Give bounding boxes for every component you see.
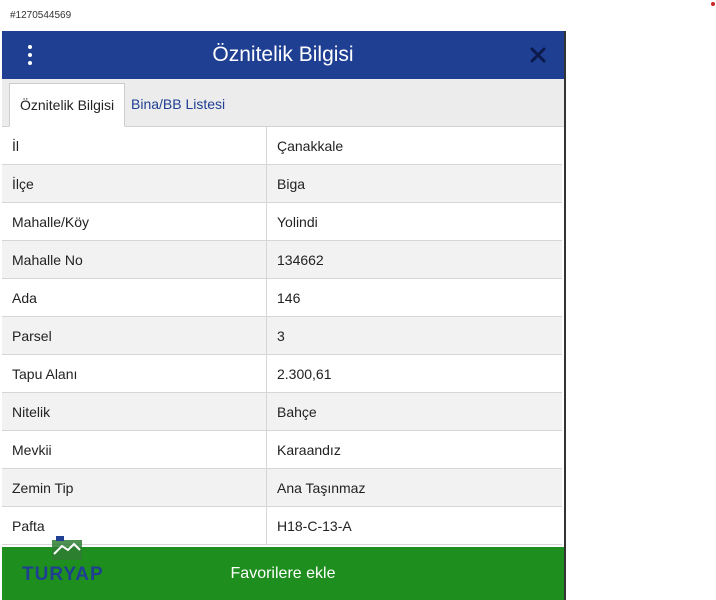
table-row: Ada 146 <box>2 278 562 317</box>
attribute-key: Parsel <box>2 316 267 355</box>
tab-building-list[interactable]: Bina/BB Listesi <box>121 83 235 126</box>
attribute-value: Bahçe <box>266 392 562 431</box>
attribute-value: H18-C-13-A <box>266 506 562 545</box>
attribute-value: Ana Taşınmaz <box>266 468 562 507</box>
indicator-dot <box>711 2 715 6</box>
attribute-panel: Öznitelik Bilgisi Öznitelik Bilgisi Bina… <box>2 31 566 600</box>
tab-bar: Öznitelik Bilgisi Bina/BB Listesi <box>2 79 564 127</box>
attribute-key: Mahalle No <box>2 240 267 279</box>
attribute-key: Nitelik <box>2 392 267 431</box>
attribute-key: İlçe <box>2 164 267 203</box>
turyap-logo: TURYAP <box>22 534 122 594</box>
table-row: Nitelik Bahçe <box>2 392 562 431</box>
attribute-table: İl Çanakkale İlçe Biga Mahalle/Köy Yolin… <box>2 127 562 545</box>
attribute-key: Mahalle/Köy <box>2 202 267 241</box>
logo-text: TURYAP <box>22 564 104 585</box>
panel-header: Öznitelik Bilgisi <box>2 31 564 79</box>
attribute-key: Zemin Tip <box>2 468 267 507</box>
add-to-favorites-label: Favorilere ekle <box>230 564 336 582</box>
attribute-key: Ada <box>2 278 267 317</box>
attribute-key: Tapu Alanı <box>2 354 267 393</box>
attribute-key: Mevkii <box>2 430 267 469</box>
close-icon[interactable] <box>526 40 550 70</box>
attribute-value: 2.300,61 <box>266 354 562 393</box>
handshake-logo-icon <box>52 536 82 560</box>
attribute-value: Yolindi <box>266 202 562 241</box>
table-row: Mahalle/Köy Yolindi <box>2 202 562 241</box>
kebab-menu-icon[interactable] <box>20 40 40 70</box>
table-row: Mahalle No 134662 <box>2 240 562 279</box>
table-row: Parsel 3 <box>2 316 562 355</box>
attribute-value: 146 <box>266 278 562 317</box>
attribute-value: Çanakkale <box>266 127 562 165</box>
table-row: Mevkii Karaandız <box>2 430 562 469</box>
listing-id: #1270544569 <box>10 10 72 21</box>
attribute-key: İl <box>2 127 267 165</box>
panel-title: Öznitelik Bilgisi <box>212 43 354 66</box>
table-row: İlçe Biga <box>2 164 562 203</box>
attribute-value: Biga <box>266 164 562 203</box>
table-row: İl Çanakkale <box>2 127 562 165</box>
tab-attribute-info[interactable]: Öznitelik Bilgisi <box>9 83 126 127</box>
table-row: Zemin Tip Ana Taşınmaz <box>2 468 562 507</box>
attribute-value: Karaandız <box>266 430 562 469</box>
table-row: Tapu Alanı 2.300,61 <box>2 354 562 393</box>
attribute-value: 3 <box>266 316 562 355</box>
attribute-value: 134662 <box>266 240 562 279</box>
